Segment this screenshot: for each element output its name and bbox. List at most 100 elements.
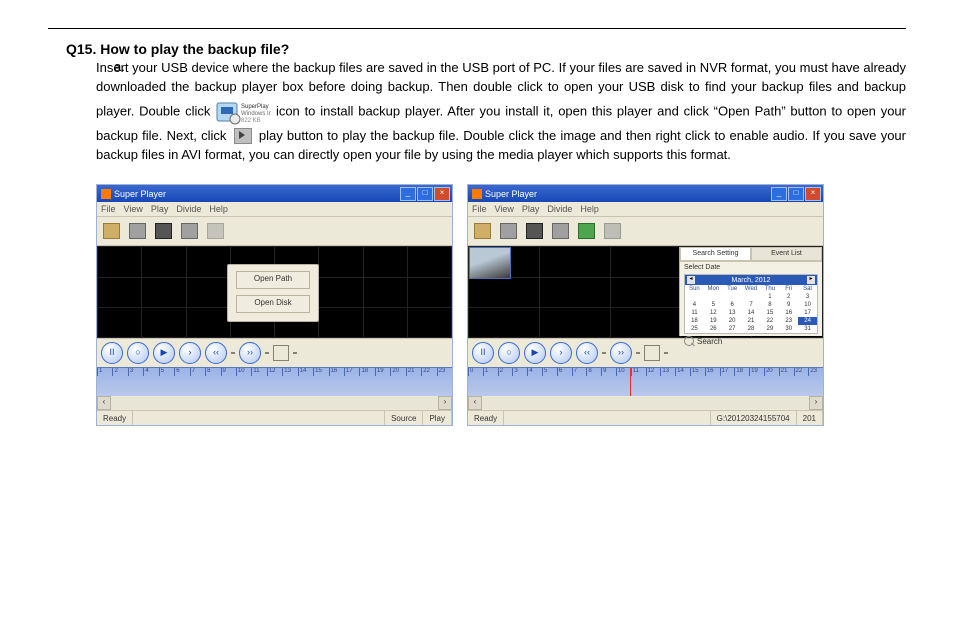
window-title: Super Player <box>485 189 537 199</box>
status-source: Source <box>385 411 423 425</box>
menu-divide[interactable]: Divide <box>176 204 201 214</box>
toolbar-extra-icon[interactable] <box>604 223 621 239</box>
scroll-left-button[interactable]: ‹ <box>97 396 111 410</box>
toolbar-refresh-icon[interactable] <box>578 223 595 239</box>
tab-event-list[interactable]: Event List <box>751 247 822 261</box>
tab-search-setting[interactable]: Search Setting <box>680 247 751 261</box>
select-date-label: Select Date <box>680 262 822 273</box>
pause-button[interactable]: II <box>101 342 123 364</box>
toolbar-disk-icon[interactable] <box>500 223 517 239</box>
titlebar: Super Player _ □ × <box>468 185 823 202</box>
horizontal-scrollbar[interactable]: ‹ › <box>97 396 452 410</box>
playback-controls: II ○ ▶ › ‹‹ ›› <box>97 338 452 367</box>
separator <box>636 352 640 354</box>
open-disk-button[interactable]: Open Disk <box>236 295 310 313</box>
calendar: ◂ March, 2012 ▸ SunMonTueWedThuFriSat 12… <box>684 274 818 334</box>
toolbar-camera-icon[interactable] <box>552 223 569 239</box>
installer-label-3: 822 KB <box>241 118 261 124</box>
toolbar-folder-icon[interactable] <box>103 223 120 239</box>
close-button[interactable]: × <box>434 187 450 201</box>
toolbar-extra-icon[interactable] <box>207 223 224 239</box>
search-icon <box>684 336 694 346</box>
menu-play[interactable]: Play <box>522 204 540 214</box>
menu-divide[interactable]: Divide <box>547 204 572 214</box>
toolbar <box>97 217 452 246</box>
video-grid: Open Path Open Disk <box>97 246 452 338</box>
open-dialog: Open Path Open Disk <box>227 264 319 322</box>
screenshots-row: Super Player _ □ × File View Play Divide… <box>96 184 906 426</box>
installer-icon: SuperPlay Windows Ins 822 KB <box>215 97 271 127</box>
rewind-button[interactable]: ‹‹ <box>576 342 598 364</box>
play-button[interactable]: ▶ <box>524 342 546 364</box>
play-button[interactable]: ▶ <box>153 342 175 364</box>
cal-prev-button[interactable]: ◂ <box>687 276 695 284</box>
video-grid: Search Setting Event List Select Date ◂ … <box>468 246 823 338</box>
menu-help[interactable]: Help <box>209 204 228 214</box>
timeline-ticks: 01234567891011121314151617181920212223 <box>468 368 823 376</box>
toolbar-disk-icon[interactable] <box>129 223 146 239</box>
toolbar-folder-icon[interactable] <box>474 223 491 239</box>
menu-file[interactable]: File <box>101 204 116 214</box>
timeline[interactable]: 01234567891011121314151617181920212223 <box>468 367 823 396</box>
installer-label-1: SuperPlay <box>241 104 269 110</box>
ffwd-button[interactable]: ›› <box>610 342 632 364</box>
cal-next-button[interactable]: ▸ <box>807 276 815 284</box>
search-sidebar: Search Setting Event List Select Date ◂ … <box>679 247 822 336</box>
status-source: G:\20120324155704 <box>711 411 797 425</box>
scroll-left-button[interactable]: ‹ <box>468 396 482 410</box>
scroll-right-button[interactable]: › <box>809 396 823 410</box>
calendar-body[interactable]: SunMonTueWedThuFriSat 123 45678910 11121… <box>685 285 817 333</box>
app-icon <box>101 189 111 199</box>
titlebar: Super Player _ □ × <box>97 185 452 202</box>
layout-button[interactable] <box>644 345 660 361</box>
step-button[interactable]: › <box>550 342 572 364</box>
toolbar-screen-icon[interactable] <box>155 223 172 239</box>
list-marker-a: a. <box>114 59 125 74</box>
toolbar-screen-icon[interactable] <box>526 223 543 239</box>
timeline-ticks: 1234567891011121314151617181920212223 <box>97 368 452 376</box>
rewind-button[interactable]: ‹‹ <box>205 342 227 364</box>
play-button-icon <box>234 128 252 144</box>
separator <box>265 352 269 354</box>
menubar: File View Play Divide Help <box>97 202 452 217</box>
maximize-button[interactable]: □ <box>417 187 433 201</box>
minimize-button[interactable]: _ <box>771 187 787 201</box>
menu-file[interactable]: File <box>472 204 487 214</box>
toolbar <box>468 217 823 246</box>
separator <box>231 352 235 354</box>
step-button[interactable]: › <box>179 342 201 364</box>
ffwd-button[interactable]: ›› <box>239 342 261 364</box>
timeline[interactable]: 1234567891011121314151617181920212223 <box>97 367 452 396</box>
status-play: Play <box>423 411 452 425</box>
menu-help[interactable]: Help <box>580 204 599 214</box>
app-icon <box>472 189 482 199</box>
layout-button[interactable] <box>273 345 289 361</box>
window-title: Super Player <box>114 189 166 199</box>
separator <box>664 352 668 354</box>
status-time: 201 <box>797 411 823 425</box>
stop-button[interactable]: ○ <box>498 342 520 364</box>
cal-month-label: March, 2012 <box>732 277 771 284</box>
close-button[interactable]: × <box>805 187 821 201</box>
menu-view[interactable]: View <box>495 204 514 214</box>
separator <box>602 352 606 354</box>
open-path-button[interactable]: Open Path <box>236 271 310 289</box>
pause-button[interactable]: II <box>472 342 494 364</box>
search-button[interactable]: Search <box>697 337 722 346</box>
separator <box>293 352 297 354</box>
statusbar: Ready G:\20120324155704 201 <box>468 410 823 425</box>
scroll-right-button[interactable]: › <box>438 396 452 410</box>
content-rule <box>48 28 906 29</box>
stop-button[interactable]: ○ <box>127 342 149 364</box>
player-window-left: Super Player _ □ × File View Play Divide… <box>96 184 453 426</box>
maximize-button[interactable]: □ <box>788 187 804 201</box>
timeline-cursor[interactable] <box>630 368 631 396</box>
video-thumbnail[interactable] <box>469 247 511 279</box>
toolbar-camera-icon[interactable] <box>181 223 198 239</box>
horizontal-scrollbar[interactable]: ‹ › <box>468 396 823 410</box>
status-ready: Ready <box>468 411 504 425</box>
minimize-button[interactable]: _ <box>400 187 416 201</box>
menu-play[interactable]: Play <box>151 204 169 214</box>
statusbar: Ready Source Play <box>97 410 452 425</box>
menu-view[interactable]: View <box>124 204 143 214</box>
